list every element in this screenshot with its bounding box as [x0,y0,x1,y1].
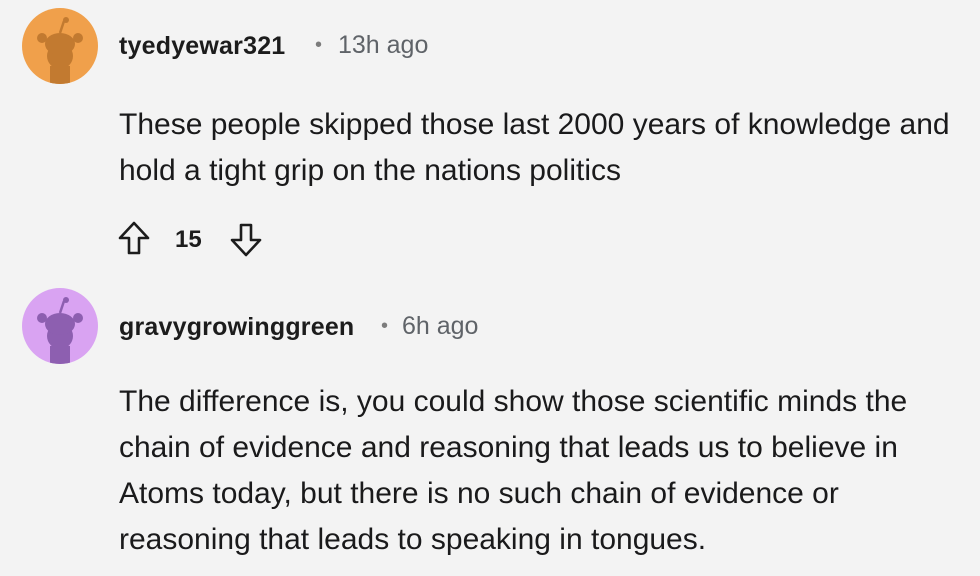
timestamp: 13h ago [338,31,429,59]
downvote-arrow-icon[interactable] [229,220,263,258]
snoo-avatar-icon [22,8,98,84]
separator-dot: • [381,315,389,337]
username[interactable]: tyedyewar321 [119,32,285,61]
separator-dot: • [315,34,323,56]
comment-body: The difference is, you could show those … [119,385,908,556]
comment-body: These people skipped those last 2000 yea… [119,108,950,187]
snoo-avatar-icon [22,288,98,364]
upvote-arrow-icon[interactable] [117,220,151,258]
timestamp: 6h ago [402,312,479,340]
vote-count: 15 [175,226,202,253]
avatar[interactable] [22,8,98,84]
username[interactable]: gravygrowinggreen [119,313,354,342]
avatar[interactable] [22,288,98,364]
